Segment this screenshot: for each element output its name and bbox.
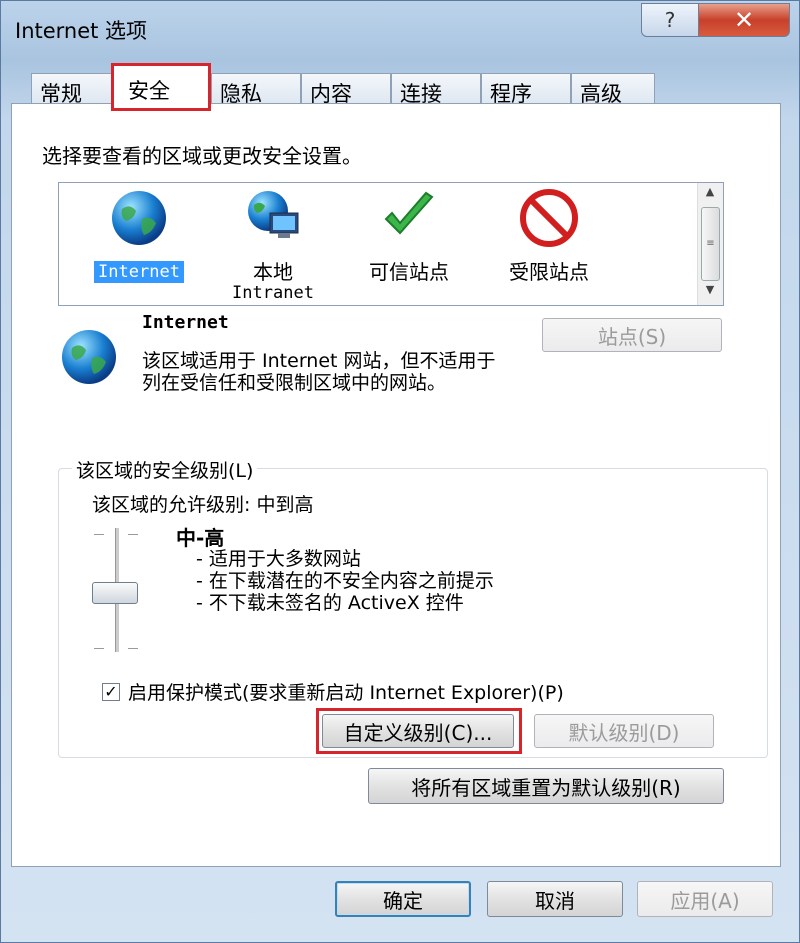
tab-advanced[interactable]: 高级: [571, 73, 655, 106]
tab-privacy[interactable]: 隐私: [211, 73, 301, 106]
security-level-description: - 适用于大多数网站 - 在下载潜在的不安全内容之前提示 - 不下载未签名的 A…: [196, 548, 494, 614]
cancel-button[interactable]: 取消: [487, 881, 623, 917]
allowed-level-text: 该区域的允许级别: 中到高: [92, 494, 314, 516]
slider-tick: [128, 534, 138, 535]
zone-local-intranet[interactable]: 本地 Intranet: [211, 189, 335, 303]
sites-button[interactable]: 站点(S): [542, 318, 722, 352]
zone-label: 受限站点: [509, 260, 589, 284]
scroll-down-icon[interactable]: ▼: [698, 283, 722, 303]
scroll-up-icon[interactable]: ▲: [698, 185, 722, 205]
level-bullet: - 不下载未签名的 ActiveX 控件: [196, 592, 464, 614]
tab-content[interactable]: 内容: [301, 73, 391, 106]
zone-globe-icon: [60, 328, 118, 391]
internet-options-window: Internet 选项 ? ✕ 常规 安全 隐私 内容 连接 程序 高级 选择要…: [0, 0, 800, 943]
close-icon: ✕: [733, 6, 755, 34]
zone-list-scrollbar[interactable]: ▲ ≡ ▼: [697, 183, 723, 305]
tab-security[interactable]: 安全: [111, 63, 211, 111]
slider-tick: [128, 648, 138, 649]
window-title: Internet 选项: [15, 19, 148, 43]
zone-internet[interactable]: Internet: [77, 189, 201, 283]
close-button[interactable]: ✕: [698, 3, 790, 37]
protected-mode-row[interactable]: ✓ 启用保护模式(要求重新启动 Internet Explorer)(P): [102, 678, 564, 705]
zone-label: 可信站点: [369, 260, 449, 284]
security-tab-panel: 选择要查看的区域或更改安全设置。 Internet 本地 Intranet 可信…: [11, 103, 781, 867]
default-level-button[interactable]: 默认级别(D): [534, 714, 714, 748]
level-bullet: - 在下载潜在的不安全内容之前提示: [196, 570, 494, 592]
zone-label: Internet: [94, 261, 184, 283]
custom-level-highlight: [316, 708, 522, 754]
security-slider-thumb[interactable]: [92, 582, 138, 604]
checkmark-icon: [380, 189, 438, 247]
globe-icon: [110, 189, 168, 247]
level-bullet: - 适用于大多数网站: [196, 548, 361, 570]
tab-general[interactable]: 常规: [31, 73, 115, 106]
protected-mode-label: 启用保护模式(要求重新启动 Internet Explorer)(P): [128, 682, 564, 704]
apply-button[interactable]: 应用(A): [637, 881, 773, 917]
slider-tick: [94, 534, 104, 535]
ok-button[interactable]: 确定: [335, 881, 471, 917]
security-level-name: 中-高: [176, 526, 225, 550]
zone-restricted-sites[interactable]: 受限站点: [487, 189, 611, 283]
slider-tick: [94, 648, 104, 649]
tab-connections[interactable]: 连接: [391, 73, 481, 106]
zone-list: Internet 本地 Intranet 可信站点 受限站点 ▲ ≡ ▼: [58, 182, 724, 306]
tab-label: 安全: [128, 79, 170, 103]
zone-prompt: 选择要查看的区域或更改安全设置。: [42, 144, 362, 168]
reset-all-zones-button[interactable]: 将所有区域重置为默认级别(R): [368, 768, 724, 804]
zone-label: 本地: [253, 260, 293, 284]
selected-zone-title: Internet: [142, 312, 229, 333]
restricted-icon: [520, 189, 578, 247]
tab-programs[interactable]: 程序: [481, 73, 571, 106]
zone-sublabel: Intranet: [232, 283, 314, 303]
help-button[interactable]: ?: [641, 3, 699, 37]
scroll-thumb[interactable]: ≡: [701, 207, 720, 281]
protected-mode-checkbox[interactable]: ✓: [102, 682, 120, 701]
local-intranet-icon: [244, 189, 302, 247]
security-level-legend: 该区域的安全级别(L): [72, 456, 258, 483]
selected-zone-description: 该区域适用于 Internet 网站，但不适用于列在受信任和受限制区域中的网站。: [142, 350, 496, 394]
help-icon: ?: [664, 8, 676, 32]
zone-trusted-sites[interactable]: 可信站点: [347, 189, 471, 283]
